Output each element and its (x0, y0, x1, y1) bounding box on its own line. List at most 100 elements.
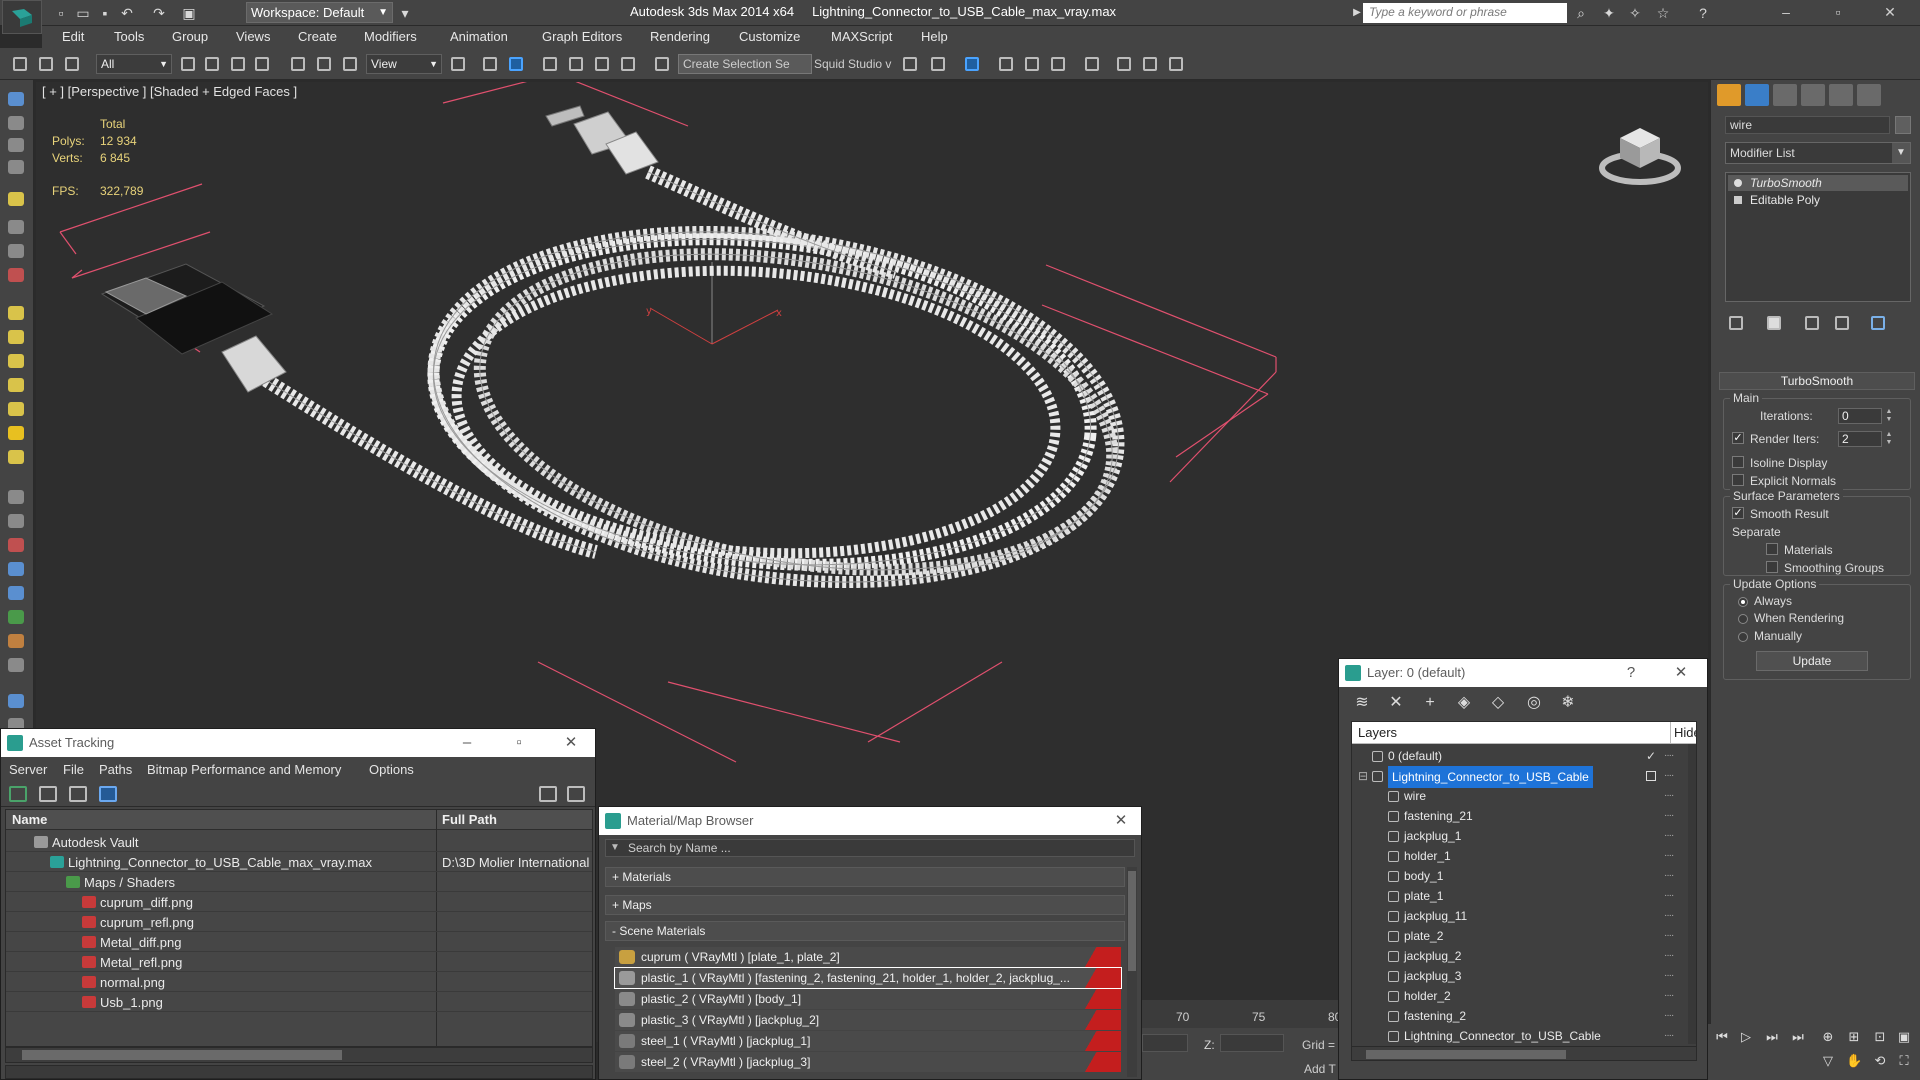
maximize-viewport-icon[interactable]: ⛶ (1896, 1054, 1912, 1068)
unlink-icon[interactable] (36, 54, 56, 74)
menu-rendering[interactable]: Rendering (650, 29, 710, 44)
smooth-result-checkbox[interactable]: ✓ (1732, 507, 1744, 519)
torus-icon[interactable] (8, 378, 24, 392)
graphite-ribbon-icon[interactable] (996, 54, 1016, 74)
menu-help[interactable]: Help (921, 29, 948, 44)
select-objects-icon[interactable]: ◈ (1455, 695, 1473, 711)
hide-toggle[interactable]: ···· (1664, 866, 1674, 886)
material-row[interactable]: plastic_3 ( VRayMtl ) [jackplug_2] (615, 1010, 1121, 1030)
mirror-icon[interactable] (900, 54, 920, 74)
maximize-button[interactable]: ▫ (1824, 2, 1852, 22)
spinner-arrows-icon[interactable]: ▲ ▼ (1884, 408, 1894, 424)
freeze-all-icon[interactable]: ❄ (1559, 695, 1577, 711)
utilities-tab-icon[interactable] (1857, 84, 1881, 106)
keyboard-shortcut-override-icon[interactable] (506, 54, 526, 74)
menu-options[interactable]: Options (369, 762, 414, 777)
material-row[interactable]: steel_2 ( VRayMtl ) [jackplug_3] (615, 1052, 1121, 1072)
scale-icon[interactable] (340, 54, 360, 74)
go-to-end-icon[interactable]: ⏭ (1790, 1030, 1806, 1044)
hierarchy-tab-icon[interactable] (1773, 84, 1797, 106)
explicit-normals-checkbox[interactable] (1732, 474, 1744, 486)
object-name-field[interactable]: wire (1725, 116, 1890, 134)
tool-icon-22[interactable] (8, 634, 24, 648)
layer-object-row[interactable]: jackplug_11 ···· (1352, 906, 1682, 926)
create-tab-icon[interactable] (1717, 84, 1741, 106)
layer-manager-icon[interactable] (962, 54, 982, 74)
viewport-label[interactable]: [ + ] [Perspective ] [Shaded + Edged Fac… (42, 84, 297, 99)
quick-access-menu-icon[interactable]: ▾ (396, 4, 414, 22)
zoom-all-icon[interactable]: ⊞ (1846, 1030, 1862, 1044)
hide-toggle[interactable]: ···· (1664, 826, 1674, 846)
pan-view-icon[interactable]: ✋ (1846, 1054, 1862, 1068)
tool-icon-7[interactable] (8, 244, 24, 258)
layer-object-row[interactable]: wire ···· (1352, 786, 1682, 806)
separate-materials-checkbox[interactable] (1766, 543, 1778, 555)
rect-selection-icon[interactable] (228, 54, 248, 74)
schematic-view-icon[interactable] (1048, 54, 1068, 74)
close-button[interactable]: ✕ (553, 729, 589, 757)
tool-icon-19[interactable] (8, 562, 24, 576)
close-button[interactable]: ✕ (1663, 659, 1699, 687)
group-maps[interactable]: + Maps (605, 895, 1125, 915)
z-coordinate-field[interactable] (1220, 1034, 1284, 1052)
help-icon[interactable]: ? (1694, 4, 1712, 22)
hide-toggle[interactable]: ···· (1664, 1026, 1674, 1046)
material-search-input[interactable]: ▼ Search by Name ... (605, 839, 1135, 857)
pivot-center-icon[interactable] (448, 54, 468, 74)
layer-object-row[interactable]: Lightning_Connector_to_USB_Cable ···· (1352, 1026, 1682, 1046)
redo-icon[interactable]: ↷ (150, 4, 168, 22)
highlight-layer-icon[interactable]: ◇ (1489, 695, 1507, 711)
close-button[interactable]: ✕ (1876, 2, 1904, 22)
vertical-scrollbar[interactable] (1127, 867, 1137, 1077)
hide-toggle[interactable]: ···· (1664, 886, 1674, 906)
material-row[interactable]: steel_1 ( VRayMtl ) [jackplug_1] (615, 1031, 1121, 1051)
angle-snap-icon[interactable] (566, 54, 586, 74)
select-object-icon[interactable] (178, 54, 198, 74)
tool-icon-20[interactable] (8, 586, 24, 600)
tool-icon-23[interactable] (8, 658, 24, 672)
new-file-icon[interactable]: ▫ (52, 4, 70, 22)
named-selection-set-dropdown[interactable]: Create Selection Se (678, 54, 812, 74)
layer-row[interactable]: Lightning_Connector_to_USB_Cable ···· ⊟ (1352, 766, 1682, 788)
tool-icon-16[interactable] (8, 490, 24, 504)
link-icon[interactable] (10, 54, 30, 74)
asset-row[interactable]: Maps / Shaders (6, 872, 592, 892)
move-icon[interactable] (288, 54, 308, 74)
column-header-name[interactable]: Name (12, 812, 47, 827)
tool-icon-8[interactable] (8, 268, 24, 282)
undo-icon[interactable]: ↶ (118, 4, 136, 22)
horizontal-scrollbar[interactable] (5, 1047, 593, 1063)
edit-named-selection-icon[interactable] (652, 54, 672, 74)
asset-row[interactable]: cuprum_refl.png (6, 912, 592, 932)
configure-modifier-sets-icon[interactable] (1871, 316, 1885, 330)
asset-row[interactable]: Metal_diff.png (6, 932, 592, 952)
tool-icon-4[interactable] (8, 160, 24, 174)
when-rendering-radio[interactable] (1738, 614, 1748, 624)
cylinder-icon[interactable] (8, 354, 24, 368)
layer-object-row[interactable]: holder_1 ···· (1352, 846, 1682, 866)
box-icon[interactable] (8, 330, 24, 344)
menu-paths[interactable]: Paths (99, 762, 132, 777)
asset-row[interactable]: Metal_refl.png (6, 952, 592, 972)
maximize-button[interactable]: ▫ (501, 729, 537, 757)
render-setup-icon[interactable] (1114, 54, 1134, 74)
material-browser-titlebar[interactable]: Material/Map Browser (599, 807, 1141, 835)
layer-object-row[interactable]: jackplug_1 ···· (1352, 826, 1682, 846)
help-icon[interactable] (539, 786, 557, 802)
percent-snap-icon[interactable] (592, 54, 612, 74)
remove-modifier-icon[interactable] (1835, 316, 1849, 330)
layer-object-row[interactable]: plate_2 ···· (1352, 926, 1682, 946)
workspace-dropdown[interactable]: Workspace: Default ▼ (246, 2, 393, 23)
display-tab-icon[interactable] (1829, 84, 1853, 106)
align-icon[interactable] (928, 54, 948, 74)
iterations-spinner[interactable]: 0 (1838, 408, 1882, 424)
reference-coordinate-dropdown[interactable]: View ▼ (366, 54, 442, 74)
bind-spacewarp-icon[interactable] (62, 54, 82, 74)
menu-animation[interactable]: Animation (450, 29, 508, 44)
hide-toggle[interactable]: ···· (1664, 1006, 1674, 1026)
motion-tab-icon[interactable] (1801, 84, 1825, 106)
scrollbar-thumb[interactable] (1128, 871, 1136, 971)
asset-row[interactable]: Lightning_Connector_to_USB_Cable_max_vra… (6, 852, 592, 872)
asset-row[interactable]: Usb_1.png (6, 992, 592, 1012)
hide-toggle[interactable]: ···· (1664, 766, 1674, 786)
